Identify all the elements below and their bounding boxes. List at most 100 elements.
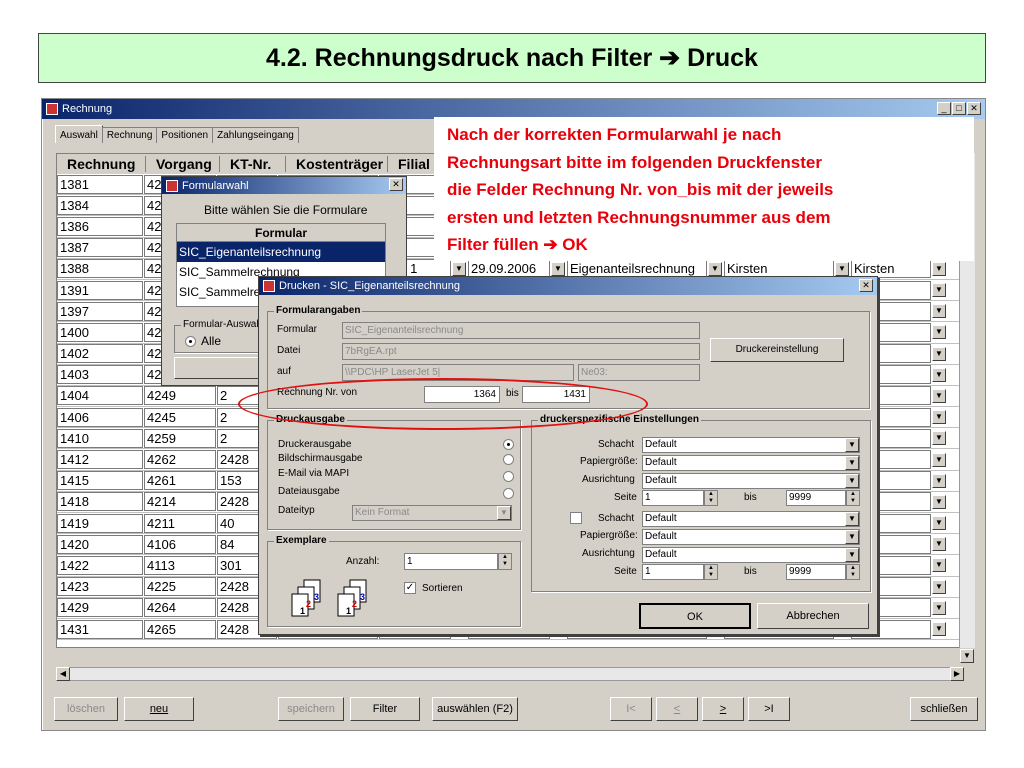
chevron-down-icon[interactable]: ▼: [845, 438, 859, 452]
first-record-button[interactable]: I<: [610, 697, 652, 721]
chevron-down-icon[interactable]: ▼: [551, 261, 565, 276]
anzahl-input[interactable]: 1: [404, 553, 498, 570]
next-record-button[interactable]: >: [702, 697, 744, 721]
col-kostentraeger[interactable]: Kostenträger: [285, 156, 387, 172]
tab-rechnung[interactable]: Rechnung: [101, 127, 158, 143]
cell-rechnung[interactable]: 1419: [57, 513, 143, 533]
cell-rechnung[interactable]: 1403: [57, 365, 143, 385]
cell-rechnung[interactable]: 1384: [57, 195, 143, 215]
cell-rechnung[interactable]: 1402: [57, 344, 143, 364]
chevron-down-icon[interactable]: ▼: [932, 537, 946, 552]
close-icon[interactable]: ✕: [389, 178, 403, 191]
col-kt-nr[interactable]: KT-Nr.: [219, 156, 285, 172]
prev-record-button[interactable]: <: [656, 697, 698, 721]
scroll-right-icon[interactable]: ▶: [950, 667, 964, 681]
radio-druckerausgabe[interactable]: [503, 439, 514, 450]
cell-rechnung[interactable]: 1418: [57, 492, 143, 512]
seite-von-spinner-2[interactable]: ▲ ▼: [704, 564, 718, 580]
close-icon[interactable]: ✕: [967, 102, 981, 115]
chevron-down-icon[interactable]: ▼: [932, 600, 946, 615]
cell-vorgang[interactable]: 4106: [144, 534, 216, 554]
chevron-down-icon[interactable]: ▼: [932, 388, 946, 403]
chevron-down-icon[interactable]: ▼: [932, 261, 946, 276]
chevron-down-icon[interactable]: ▼: [932, 558, 946, 573]
chevron-down-icon[interactable]: ▼: [845, 548, 859, 562]
formular-field[interactable]: SIC_Eigenanteilsrechnung: [342, 322, 700, 339]
schacht-select-1[interactable]: Default ▼: [642, 437, 860, 453]
cell-rechnung[interactable]: 1415: [57, 471, 143, 491]
horizontal-scrollbar[interactable]: ◀ ▶: [56, 667, 964, 681]
cell-rechnung[interactable]: 1400: [57, 322, 143, 342]
seite-von-spinner-1[interactable]: ▲ ▼: [704, 490, 718, 506]
ausrichtung-select-2[interactable]: Default ▼: [642, 547, 860, 563]
col-rechnung[interactable]: Rechnung: [57, 156, 145, 172]
seite-bis-input-1[interactable]: 9999: [786, 490, 846, 506]
chevron-down-icon[interactable]: ▼: [845, 530, 859, 544]
tab-auswahl[interactable]: Auswahl: [55, 125, 103, 143]
last-record-button[interactable]: >I: [748, 697, 790, 721]
formular-item-eigenanteil[interactable]: SIC_Eigenanteilsrechnung: [177, 242, 385, 262]
filter-button[interactable]: Filter: [350, 697, 420, 721]
scroll-down-icon[interactable]: ▼: [960, 649, 974, 663]
cell-rechnung[interactable]: 1429: [57, 598, 143, 618]
cell-vorgang[interactable]: 4265: [144, 619, 216, 639]
chevron-down-icon[interactable]: ▼: [932, 283, 946, 298]
chevron-down-icon[interactable]: ▼: [932, 346, 946, 361]
cell-rechnung[interactable]: 1381: [57, 174, 143, 194]
radio-email-mapi[interactable]: [503, 471, 514, 482]
seite-bis-spinner-2[interactable]: ▲ ▼: [846, 564, 860, 580]
scroll-left-icon[interactable]: ◀: [56, 667, 70, 681]
cell-vorgang[interactable]: 4245: [144, 407, 216, 427]
cell-rechnung[interactable]: 1412: [57, 450, 143, 470]
chevron-down-icon[interactable]: ▼: [932, 431, 946, 446]
chevron-down-icon[interactable]: ▼: [932, 367, 946, 382]
radio-alle[interactable]: [185, 336, 196, 347]
cell-vorgang[interactable]: 4262: [144, 450, 216, 470]
radio-dateiausgabe[interactable]: [503, 488, 514, 499]
cell-rechnung[interactable]: 1397: [57, 301, 143, 321]
loeschen-button[interactable]: löschen: [54, 697, 118, 721]
chevron-down-icon[interactable]: ▼: [932, 452, 946, 467]
maximize-icon[interactable]: □: [952, 102, 966, 115]
cell-rechnung[interactable]: 1388: [57, 259, 143, 279]
chevron-down-icon[interactable]: ▼: [932, 304, 946, 319]
chevron-down-icon[interactable]: ▼: [932, 579, 946, 594]
ok-button[interactable]: OK: [639, 603, 751, 629]
cell-vorgang[interactable]: 4261: [144, 471, 216, 491]
chevron-down-icon[interactable]: ▼: [845, 456, 859, 470]
cell-vorgang[interactable]: 4211: [144, 513, 216, 533]
col-vorgang[interactable]: Vorgang: [145, 156, 219, 172]
cell-rechnung[interactable]: 1404: [57, 386, 143, 406]
chevron-down-icon[interactable]: ▼: [932, 473, 946, 488]
cell-vorgang[interactable]: 4259: [144, 428, 216, 448]
cell-rechnung[interactable]: 1423: [57, 577, 143, 597]
chevron-down-icon[interactable]: ▼: [845, 474, 859, 488]
speichern-button[interactable]: speichern: [278, 697, 344, 721]
cell-rechnung[interactable]: 1387: [57, 238, 143, 258]
radio-bildschirmausgabe[interactable]: [503, 454, 514, 465]
zweites-fach-checkbox[interactable]: [570, 512, 582, 524]
auswaehlen-button[interactable]: auswählen (F2): [432, 697, 518, 721]
chevron-down-icon[interactable]: ▼: [708, 261, 722, 276]
seite-bis-input-2[interactable]: 9999: [786, 564, 846, 580]
sortieren-checkbox[interactable]: ✓: [404, 582, 416, 594]
printer-port-field[interactable]: Ne03:: [578, 364, 700, 381]
cell-rechnung[interactable]: 1386: [57, 216, 143, 236]
datei-field[interactable]: 7bRgEA.rpt: [342, 343, 700, 360]
ausrichtung-select-1[interactable]: Default ▼: [642, 473, 860, 489]
close-icon[interactable]: ✕: [859, 279, 873, 292]
cell-vorgang[interactable]: 4249: [144, 386, 216, 406]
dateityp-select[interactable]: Kein Format ▼: [352, 505, 512, 521]
cell-vorgang[interactable]: 4113: [144, 555, 216, 575]
anzahl-spinner[interactable]: ▲ ▼: [498, 553, 512, 570]
seite-bis-spinner-1[interactable]: ▲ ▼: [846, 490, 860, 506]
cell-vorgang[interactable]: 4214: [144, 492, 216, 512]
minimize-icon[interactable]: _: [937, 102, 951, 115]
druckereinstellung-button[interactable]: Druckereinstellung: [710, 338, 844, 362]
cell-rechnung[interactable]: 1406: [57, 407, 143, 427]
cell-vorgang[interactable]: 4264: [144, 598, 216, 618]
cell-rechnung[interactable]: 1391: [57, 280, 143, 300]
chevron-down-icon[interactable]: ▼: [845, 512, 859, 526]
schacht-select-2[interactable]: Default ▼: [642, 511, 860, 527]
chevron-down-icon[interactable]: ▼: [932, 622, 946, 637]
